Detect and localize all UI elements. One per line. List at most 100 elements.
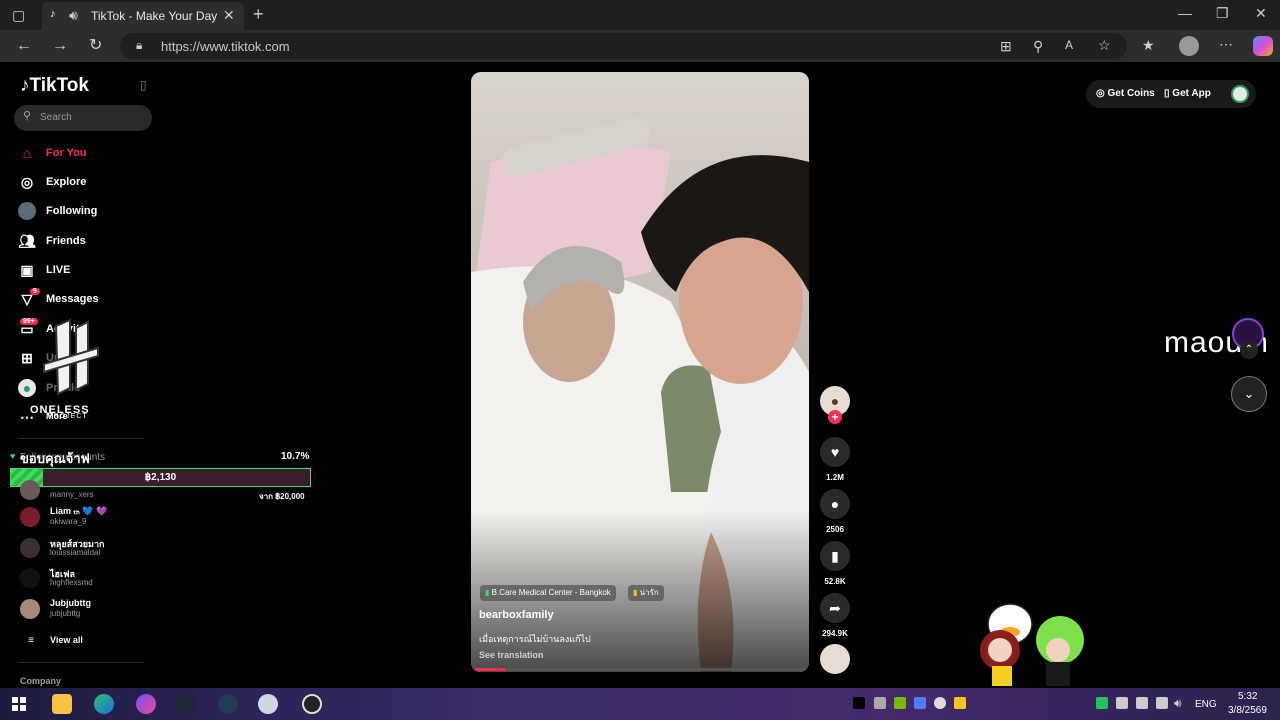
clock-time[interactable]: 5:32 (1238, 691, 1257, 702)
video-author[interactable]: bearboxfamily (479, 609, 554, 621)
comment-action[interactable]: ● 2506 (820, 489, 850, 534)
video-frame (471, 72, 809, 672)
company-link[interactable]: Company (20, 676, 61, 686)
like-count: 1.2M (826, 473, 844, 482)
follow-button[interactable]: + (828, 410, 842, 424)
tab-actions-icon[interactable]: ▢ (12, 8, 25, 22)
maximize-icon[interactable]: ❐ (1216, 6, 1229, 20)
close-tab-icon[interactable]: ✕ (223, 8, 235, 22)
copilot-icon[interactable] (1253, 36, 1273, 56)
video-player[interactable]: ▮ B.Care Medical Center - Bangkok ▮ น่าร… (471, 72, 809, 672)
video-caption: เมื่อเหตุการณ์ไม่บ้านลงแก้ไป (479, 634, 591, 644)
steam-icon[interactable] (176, 694, 196, 714)
address-bar[interactable]: 🔒︎ https://www.tiktok.com ⊞ ⚲ A ☆ (120, 33, 1127, 59)
close-window-icon[interactable]: ✕ (1255, 6, 1267, 20)
donation-amount: ฿2,130 (144, 472, 177, 483)
tiktok-tray-icon[interactable] (853, 697, 865, 709)
url-text[interactable]: https://www.tiktok.com (161, 39, 290, 54)
search-icon: ⚲ (23, 110, 32, 122)
settings-more-icon[interactable]: ⋯ (1219, 37, 1233, 51)
minimize-icon[interactable]: — (1178, 6, 1192, 20)
search-input[interactable]: ⚲ Search (14, 105, 152, 131)
tiktok-logo[interactable]: ♪TikTok (20, 75, 89, 97)
upload-icon: ⊞ (21, 350, 33, 366)
file-explorer-icon[interactable] (52, 694, 72, 714)
profile-avatar[interactable] (1179, 36, 1199, 56)
collapse-sidebar-icon[interactable]: ▯ (140, 79, 147, 91)
tag-icon: ▮ (633, 588, 638, 597)
messenger-icon[interactable] (136, 694, 156, 714)
usb-tray-icon[interactable] (1116, 697, 1128, 709)
tray-icon[interactable] (934, 697, 946, 709)
oneless-brand-sub: PROJECT (48, 413, 88, 420)
tab-title: TikTok - Make Your Day (91, 9, 218, 23)
forward-icon[interactable]: → (52, 38, 68, 54)
language-indicator[interactable]: ENG (1195, 699, 1217, 710)
avatar-icon (18, 202, 36, 220)
app-icon[interactable] (218, 694, 238, 714)
donation-percent: 10.7% (281, 451, 310, 462)
new-tab-icon[interactable]: + (253, 5, 264, 23)
live-icon: ▣ (20, 262, 34, 278)
user-avatar[interactable] (1231, 85, 1249, 103)
save-count: 52.8K (824, 577, 846, 586)
obs-icon[interactable] (302, 694, 322, 714)
zoom-icon[interactable]: ⚲ (1033, 39, 1043, 53)
start-button[interactable] (12, 697, 26, 711)
clock-date[interactable]: 3/8/2569 (1228, 705, 1267, 716)
share-action[interactable]: ➦ 294.9K (820, 593, 850, 638)
read-aloud-icon[interactable]: A (1065, 39, 1073, 51)
edge-browser-icon[interactable] (94, 694, 114, 714)
avatar (20, 507, 40, 527)
speaker-icon[interactable]: 🔊︎ (69, 8, 78, 22)
lock-icon: 🔒︎ (136, 38, 143, 52)
avatar (20, 538, 40, 558)
share-count: 294.9K (822, 629, 848, 638)
mascot-stickers (962, 596, 1092, 688)
bear-face-icon: ● (830, 393, 840, 409)
heart-icon: ♥ (10, 451, 16, 461)
tag-chip[interactable]: ▮ น่ารัก (628, 585, 664, 601)
favorites-icon[interactable]: ★ (1142, 38, 1155, 52)
sound-disc[interactable] (820, 644, 850, 674)
tray-icon[interactable] (874, 697, 886, 709)
tray-icon[interactable] (914, 697, 926, 709)
like-action[interactable]: ♥ 1.2M (820, 437, 850, 482)
save-action[interactable]: ▮ 52.8K (820, 541, 850, 586)
tray-icon[interactable] (1096, 697, 1108, 709)
get-app-button[interactable]: ▯ Get App (1164, 88, 1211, 99)
tiktok-favicon-icon: ♪ (50, 8, 56, 20)
donation-thanks: ขอบคุณจ้าฟ (20, 451, 90, 466)
see-translation-link[interactable]: See translation (479, 650, 544, 660)
oneless-logo (36, 318, 106, 398)
display-tray-icon[interactable] (1156, 697, 1168, 709)
app-icon[interactable] (258, 694, 278, 714)
reload-icon[interactable]: ↻ (89, 38, 102, 54)
scroll-up-button[interactable]: ⌃ (1240, 341, 1258, 359)
location-chip[interactable]: ▮ B.Care Medical Center - Bangkok (480, 585, 616, 601)
browser-tab-bar: ▢ ♪ 🔊︎ TikTok - Make Your Day ✕ + — ❐ ✕ (0, 0, 1280, 30)
favorite-star-icon[interactable]: ☆ (1098, 38, 1111, 52)
donation-progress-bar: ฿2,130 (10, 468, 311, 487)
avatar (20, 568, 40, 588)
heart-icon: ♥ (820, 437, 850, 467)
volume-tray-icon[interactable]: 🔊︎ (1174, 697, 1182, 709)
video-progress-bar[interactable] (471, 668, 809, 671)
back-icon[interactable]: ← (16, 38, 32, 54)
avatar (20, 599, 40, 619)
bookmark-icon: ▮ (820, 541, 850, 571)
location-pin-icon: ▮ (485, 588, 490, 597)
tray-icon[interactable] (954, 697, 966, 709)
scroll-down-button[interactable]: ⌄ (1231, 376, 1267, 412)
network-tray-icon[interactable] (1136, 697, 1148, 709)
sidebar-divider (18, 438, 144, 439)
nvidia-tray-icon[interactable] (894, 697, 906, 709)
browser-tab[interactable]: ♪ 🔊︎ TikTok - Make Your Day ✕ (42, 2, 244, 30)
profile-icon: ● (18, 379, 36, 397)
list-icon: ≡ (28, 635, 34, 646)
get-coins-button[interactable]: ◎ Get Coins (1096, 88, 1155, 99)
tiktok-note-icon: ♪ (20, 75, 30, 96)
phone-icon: ▯ (1164, 88, 1170, 99)
apps-icon[interactable]: ⊞ (1000, 39, 1012, 53)
video-progress-fill (471, 668, 505, 671)
